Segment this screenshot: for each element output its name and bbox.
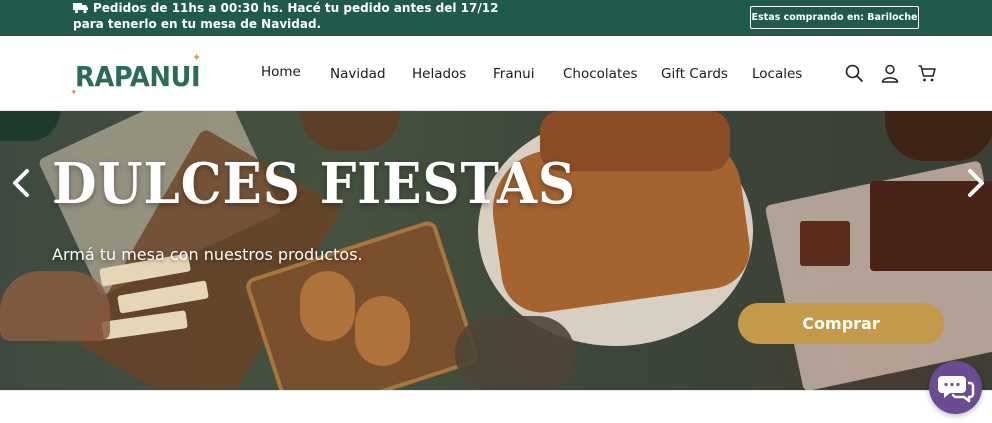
search-icon[interactable] xyxy=(844,63,864,83)
nav-item-helados[interactable]: Helados xyxy=(412,66,466,86)
user-icon[interactable] xyxy=(880,63,900,83)
gingerbread-cookie-image xyxy=(300,271,355,341)
chocolate-square-image xyxy=(800,221,850,266)
nav-item-chocolates[interactable]: Chocolates xyxy=(563,66,638,86)
site-header: ✦ ✦ RAPANUI Home Navidad Helados Franui … xyxy=(0,36,992,111)
hero-title: DULCES FIESTAS xyxy=(52,151,576,217)
chevron-left-icon[interactable] xyxy=(8,165,34,201)
store-selector-button[interactable]: Estas comprando en: Bariloche xyxy=(750,6,919,29)
hero-banner: DULCES FIESTAS Armá tu mesa con nuestros… xyxy=(0,111,992,390)
nav-item-gift-cards[interactable]: Gift Cards xyxy=(661,66,728,86)
logo-wordmark: RAPANUI xyxy=(75,60,201,93)
chat-button[interactable] xyxy=(929,361,982,414)
nav-item-locales[interactable]: Locales xyxy=(752,66,802,86)
pinecone-image xyxy=(455,316,575,390)
chevron-right-icon[interactable] xyxy=(963,165,989,201)
rapanui-logo[interactable]: ✦ ✦ RAPANUI xyxy=(70,51,210,101)
announcement-bar: Pedidos de 11hs a 00:30 hs. Hacé tu pedi… xyxy=(0,0,992,36)
hand-image xyxy=(0,271,110,341)
nav-item-home[interactable]: Home xyxy=(261,64,301,84)
nuts-bowl-image xyxy=(300,111,400,151)
nav-item-franui[interactable]: Franui xyxy=(493,66,534,86)
gingerbread-cookie-image xyxy=(355,296,410,366)
nav-item-navidad[interactable]: Navidad xyxy=(330,66,386,86)
truffles-bowl-image xyxy=(885,111,992,161)
content-area xyxy=(0,390,992,423)
cart-icon[interactable] xyxy=(917,63,937,83)
announcement-text: Pedidos de 11hs a 00:30 hs. Hacé tu pedi… xyxy=(73,1,499,31)
chat-bubbles-icon xyxy=(938,376,975,403)
hero-subtitle: Armá tu mesa con nuestros productos. xyxy=(52,245,363,264)
plant-image xyxy=(0,111,60,141)
buy-button[interactable]: Comprar xyxy=(738,303,944,344)
